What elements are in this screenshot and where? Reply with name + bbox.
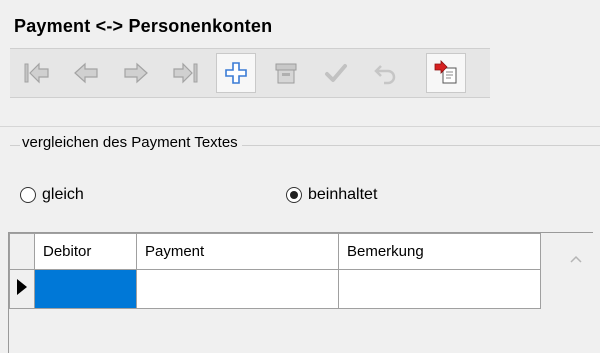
next-record-button[interactable] [116, 53, 156, 93]
delete-icon [275, 63, 297, 84]
radio-label-gleich: gleich [42, 186, 84, 203]
page-title: Payment <-> Personenkonten [14, 16, 273, 36]
import-icon [434, 60, 457, 84]
add-record-button[interactable] [216, 53, 256, 93]
vertical-scrollbar[interactable] [561, 233, 593, 353]
prev-icon [74, 62, 98, 84]
radio-circle-gleich[interactable] [20, 187, 36, 203]
first-icon [24, 62, 49, 84]
radio-label-beinhaltet: beinhaltet [308, 186, 378, 203]
column-header-bemerkung[interactable]: Bemerkung [338, 233, 541, 270]
next-icon [124, 62, 148, 84]
radio-selected-dot [290, 191, 298, 199]
save-record-button[interactable] [316, 53, 356, 93]
radio-gleich[interactable]: gleich [20, 186, 84, 204]
plus-icon [225, 62, 247, 84]
import-record-button[interactable] [426, 53, 466, 93]
radio-circle-beinhaltet[interactable] [286, 187, 302, 203]
radio-beinhaltet[interactable]: beinhaltet [286, 186, 377, 204]
compare-legend: vergleichen des Payment Textes [20, 134, 242, 151]
last-record-button[interactable] [166, 53, 206, 93]
cell-bemerkung[interactable] [338, 269, 541, 309]
column-header-debitor[interactable]: Debitor [34, 233, 137, 270]
scroll-up-icon[interactable] [569, 251, 583, 267]
table-row[interactable] [9, 269, 541, 309]
cell-payment[interactable] [136, 269, 339, 309]
first-record-button[interactable] [16, 53, 56, 93]
cell-debitor[interactable] [34, 269, 137, 309]
toolbar [10, 48, 490, 98]
prev-record-button[interactable] [66, 53, 106, 93]
undo-record-button[interactable] [366, 53, 406, 93]
delete-record-button[interactable] [266, 53, 306, 93]
grid-header-row: Debitor Payment Bemerkung [9, 233, 541, 270]
last-icon [173, 62, 198, 84]
grid-table: Debitor Payment Bemerkung [9, 233, 541, 309]
column-header-payment[interactable]: Payment [136, 233, 339, 270]
section-divider [0, 126, 600, 127]
current-row-arrow-icon [17, 279, 27, 295]
row-selector-header [9, 233, 35, 270]
row-selector[interactable] [9, 269, 35, 309]
check-icon [325, 64, 347, 82]
data-grid: Debitor Payment Bemerkung [8, 232, 593, 353]
undo-icon [374, 65, 396, 85]
